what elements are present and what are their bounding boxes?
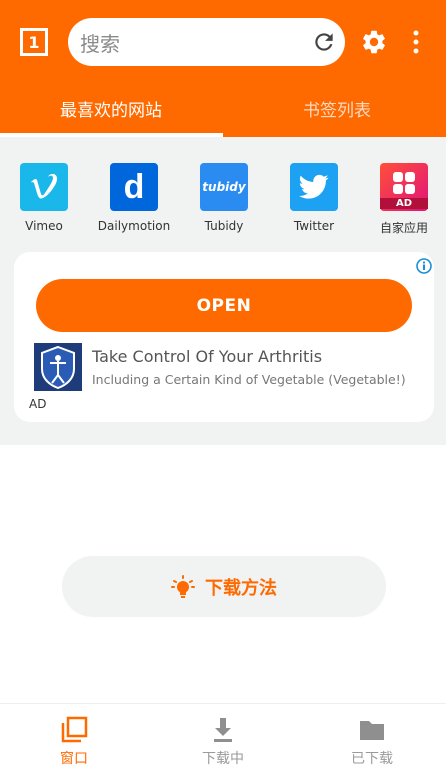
info-icon[interactable] [416,258,432,274]
ad-label: AD [29,397,47,411]
ad-badge: AD [380,198,428,209]
tubidy-icon: tubidy [200,163,248,211]
tab-count-button[interactable]: 1 [20,28,48,56]
tab-count: 1 [28,32,40,52]
twitter-icon [290,163,338,211]
how-to-download-label: 下载方法 [205,577,277,599]
reload-icon[interactable] [311,29,337,55]
nav-label: 下载中 [202,751,244,767]
nav-label: 窗口 [60,751,88,767]
nav-downloaded[interactable]: 已下载 [298,704,446,767]
search-bar[interactable]: 搜索 [68,18,345,66]
settings-gear-icon[interactable] [360,28,388,56]
site-label: Twitter [293,219,335,233]
lightbulb-icon [171,574,195,598]
how-to-download-button[interactable]: 下载方法 [62,556,386,617]
vimeo-icon [20,163,68,211]
folder-icon [360,721,384,740]
site-label: Tubidy [204,219,244,233]
site-twitter[interactable]: Twitter [270,163,358,233]
nav-label: 已下载 [351,751,393,767]
ad-card[interactable]: OPEN Take Control Of Your Arthritis Incl… [14,252,434,422]
site-label: 自家应用 [379,221,428,235]
ad-title[interactable]: Take Control Of Your Arthritis [92,347,322,366]
tab-favorite-sites[interactable]: 最喜欢的网站 [60,96,162,121]
site-tubidy[interactable]: tubidy Tubidy [180,163,268,233]
windows-icon [61,716,88,743]
dailymotion-icon: d [110,163,158,211]
site-vimeo[interactable]: Vimeo [0,163,88,233]
ad-thumbnail-icon [34,343,82,391]
site-house-app[interactable]: AD 自家应用 [360,163,446,236]
app-header: 1 搜索 最喜欢的网站 书签列表 [0,0,446,137]
site-label: Dailymotion [97,219,171,233]
ad-open-button[interactable]: OPEN [36,279,412,332]
nav-windows[interactable]: 窗口 [0,704,148,767]
download-icon [214,718,232,742]
house-app-icon: AD [380,163,428,211]
tab-bookmarks[interactable]: 书签列表 [303,96,371,121]
site-label: Vimeo [25,219,63,233]
more-options-icon[interactable] [408,28,424,56]
site-dailymotion[interactable]: d Dailymotion [90,163,178,233]
search-input[interactable]: 搜索 [80,28,120,57]
bottom-nav: 窗口 下载中 已下载 [0,703,446,767]
nav-downloading[interactable]: 下载中 [149,704,297,767]
ad-subtitle: Including a Certain Kind of Vegetable (V… [92,372,406,387]
